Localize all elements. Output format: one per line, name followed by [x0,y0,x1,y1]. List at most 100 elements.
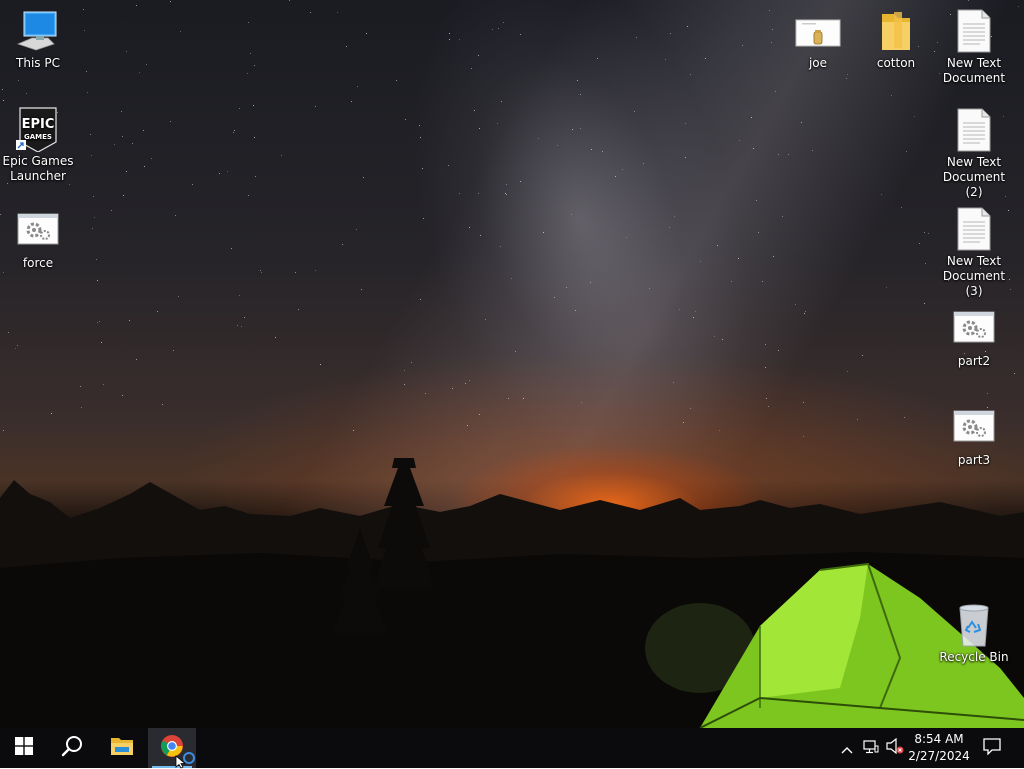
star [3,272,4,273]
star [136,5,137,6]
star [801,122,802,123]
star [805,311,806,312]
star [122,395,123,396]
star [669,227,670,228]
start-button[interactable] [0,728,48,768]
desktop-icon-label: This PC [16,56,60,70]
star [92,228,93,229]
star [906,151,907,152]
star [690,74,691,75]
star [247,73,248,74]
star [497,123,498,124]
batch-file-icon [950,405,998,451]
batch-file-icon [14,208,62,254]
star [351,101,352,102]
star [580,94,581,95]
taskbar-clock[interactable]: 8:54 AM 2/27/2024 [902,728,976,768]
network-status-button[interactable] [860,728,882,768]
star [467,425,468,426]
desktop-icon-new-text-document-2[interactable]: New Text Document (2) [936,107,1012,200]
star [862,355,863,356]
star [281,155,282,156]
star [901,207,902,208]
star [93,196,94,197]
star [405,119,406,120]
star [766,398,767,399]
mouse-cursor-icon [175,755,187,769]
star [81,407,82,408]
star [97,280,98,281]
text-document-icon [950,206,998,252]
star [479,414,480,415]
star [778,350,779,351]
star [772,29,773,30]
star [404,370,405,371]
epic-games-icon: EPIC GAMES [14,106,62,153]
star [925,263,926,264]
desktop-icon-cotton[interactable]: cotton [858,8,934,71]
search-button[interactable] [48,728,96,768]
taskbar-file-explorer[interactable] [98,728,146,768]
desktop-icon-new-text-document-3[interactable]: New Text Document (3) [936,206,1012,299]
star [233,132,234,133]
star [886,287,887,288]
star [492,29,493,30]
desktop-icon-part2[interactable]: part2 [936,306,1012,369]
show-hidden-icons-button[interactable] [836,728,858,768]
desktop-icon-label: part3 [957,453,991,467]
star [756,200,757,201]
star [357,86,358,87]
star [804,313,805,314]
star [591,149,592,150]
star [227,171,228,172]
star [788,154,789,155]
star [15,348,16,349]
taskbar-google-chrome[interactable] [148,728,196,768]
star [731,281,732,282]
folder-icon [872,8,920,54]
star [719,430,720,431]
star [404,384,405,385]
star [122,136,123,137]
star [97,322,98,323]
star [396,80,397,81]
star [420,299,421,300]
star [968,0,969,1]
star [687,26,688,27]
star [423,218,424,219]
star [485,319,486,320]
star [695,311,696,312]
desktop-icon-this-pc[interactable]: This PC [0,8,76,71]
network-icon [863,739,879,758]
batch-file-icon [950,306,998,352]
star [508,398,509,399]
star [86,71,87,72]
desktop-icon-label: Recycle Bin [939,650,1009,664]
star [503,22,504,23]
star [356,229,357,230]
desktop-icon-recycle-bin[interactable]: Recycle Bin [936,602,1012,665]
action-center-button[interactable] [976,728,1008,768]
star [275,337,276,338]
star [847,74,848,75]
desktop-icon-part3[interactable]: part3 [936,405,1012,468]
star [1018,6,1019,7]
star [665,59,666,60]
desktop-icon-new-text-document[interactable]: New Text Document [936,8,1012,86]
star [94,217,95,218]
star [500,246,501,247]
folder-icon [110,736,134,760]
star [237,325,238,326]
chevron-up-icon [841,739,853,758]
star [597,58,598,59]
star [478,193,479,194]
star [363,177,364,178]
desktop-icon-epic-games-launcher[interactable]: EPIC GAMES Epic Games Launcher [0,106,76,184]
star [571,214,572,215]
desktop-icon-joe[interactable]: joe [780,8,856,71]
desktop-icon-force[interactable]: force [0,208,76,271]
star [459,193,460,194]
star [2,89,3,90]
star [99,321,100,322]
star [479,128,480,129]
